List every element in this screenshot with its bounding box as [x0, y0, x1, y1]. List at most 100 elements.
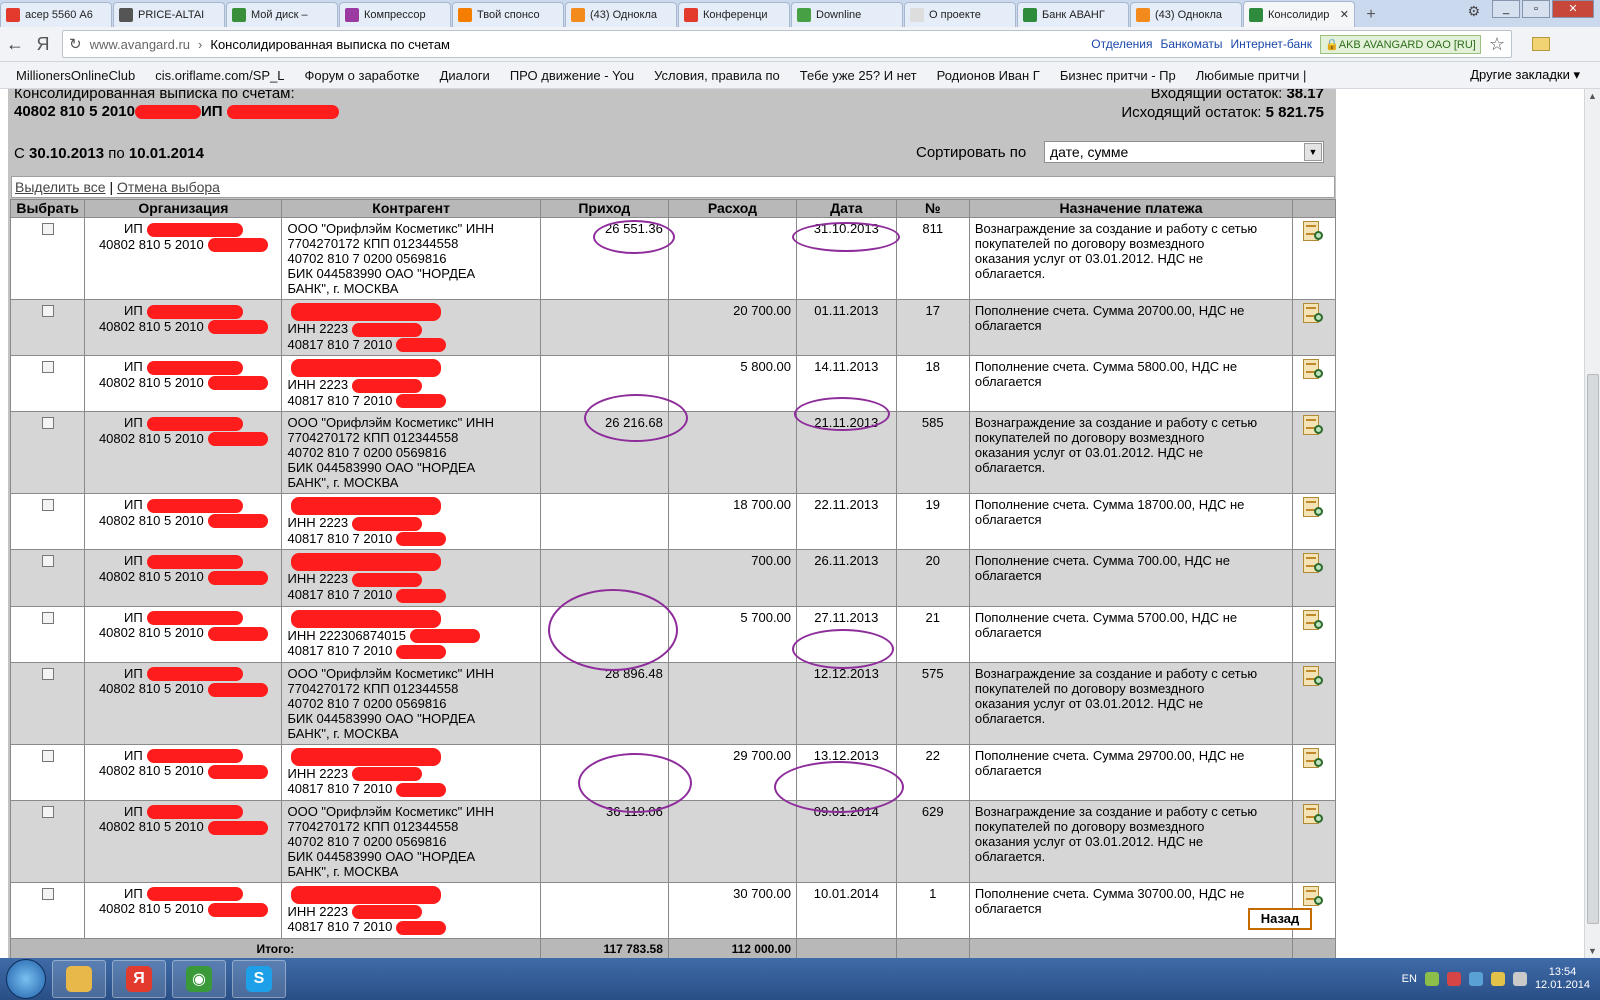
browser-tab[interactable]: Банк АВАНГ — [1017, 2, 1129, 27]
row-checkbox[interactable] — [41, 417, 54, 430]
language-indicator[interactable]: EN — [1402, 973, 1417, 985]
maximize-button[interactable]: ▫ — [1522, 0, 1550, 18]
dropdown-arrow-icon[interactable]: ▼ — [1304, 143, 1322, 161]
deselect-link[interactable]: Отмена выбора — [117, 179, 220, 195]
view-document-icon[interactable] — [1301, 553, 1327, 577]
view-document-icon[interactable] — [1301, 747, 1327, 772]
browser-tab[interactable]: Консолидир ✕ — [1243, 1, 1355, 27]
browser-tab[interactable]: Downline — [791, 2, 903, 27]
browser-tab[interactable]: Компрессор — [339, 2, 451, 27]
table-row: ИП 40802 810 5 2010 ИНН 2223 40817 810 7 20… — [9, 298, 1336, 357]
windows-taskbar: Я ◉ S EN 13:54 12.01.2014 — [0, 958, 1600, 1000]
browser-tab[interactable]: PRICE-ALTAI — [113, 2, 225, 27]
volume-icon[interactable] — [1512, 972, 1527, 986]
minimize-button[interactable]: _ — [1492, 0, 1520, 18]
org-type: ИП — [124, 609, 143, 625]
sort-label: Сортировать по — [916, 144, 1027, 161]
yandex-home-icon[interactable]: Я — [30, 34, 56, 55]
view-document-icon[interactable] — [1301, 609, 1327, 634]
counterparty-line: БАНК", г. МОСКВА — [287, 475, 399, 491]
scroll-thumb[interactable] — [1587, 374, 1599, 924]
browser-tab[interactable]: Конференци — [678, 2, 790, 27]
view-document-icon[interactable] — [1301, 359, 1327, 383]
browser-tab[interactable]: асер 5560 А6 — [0, 2, 112, 27]
tray-icon[interactable] — [1468, 972, 1483, 986]
taskbar-app[interactable]: ◉ — [172, 960, 226, 998]
settings-gear-icon[interactable]: ⚙ — [1467, 3, 1480, 20]
back-arrow-icon[interactable]: ← — [0, 34, 30, 55]
taskbar-app[interactable] — [52, 960, 106, 998]
row-checkbox[interactable] — [41, 305, 54, 317]
bookmark-item[interactable]: Тебе уже 25? И нет — [800, 68, 917, 83]
browser-tab[interactable]: Мой диск – — [226, 2, 338, 27]
bookmark-item[interactable]: cis.oriflame.com/SP_L — [155, 68, 284, 83]
browser-tab[interactable]: (43) Однокла — [1130, 2, 1242, 27]
counterparty-line: ИНН 2223 — [287, 515, 349, 531]
view-document-icon[interactable] — [1301, 415, 1327, 439]
row-checkbox[interactable] — [41, 223, 54, 235]
link-branches[interactable]: Отделения — [1091, 37, 1152, 51]
secure-identity-badge[interactable]: 🔒AKB AVANGARD OAO [RU] — [1320, 34, 1481, 54]
row-checkbox[interactable] — [41, 749, 54, 762]
org-type: ИП — [124, 665, 143, 681]
bookmark-item[interactable]: MillionersOnlineClub — [16, 68, 135, 83]
back-button[interactable]: Назад — [1248, 908, 1312, 930]
taskbar-app[interactable]: S — [232, 960, 286, 998]
tray-icon[interactable] — [1424, 972, 1439, 986]
transactions-table: Выбрать Организация Контрагент Приход Ра… — [9, 199, 1336, 958]
redaction-mark — [352, 322, 423, 337]
doc-number-cell: 22 — [895, 743, 970, 801]
scroll-down-icon[interactable]: ▼ — [1588, 946, 1597, 956]
bookmark-item[interactable]: Любимые притчи | — [1196, 68, 1307, 83]
row-checkbox[interactable] — [41, 499, 54, 512]
other-bookmarks[interactable]: Другие закладки ▾ — [1470, 67, 1580, 83]
link-internet-bank[interactable]: Интернет-банк — [1231, 37, 1313, 51]
view-document-icon[interactable] — [1301, 497, 1327, 521]
scroll-up-icon[interactable]: ▲ — [1588, 91, 1597, 101]
select-all-link[interactable]: Выделить все — [15, 179, 106, 195]
clock[interactable]: 13:54 12.01.2014 — [1535, 966, 1590, 992]
tray-icon[interactable] — [1446, 972, 1461, 986]
browser-tab[interactable]: (43) Однокла — [565, 2, 677, 27]
row-checkbox[interactable] — [41, 887, 54, 900]
view-document-icon[interactable] — [1301, 221, 1327, 245]
menu-icon[interactable] — [1532, 37, 1550, 51]
bookmark-item[interactable]: Бизнес притчи - Пр — [1060, 68, 1176, 83]
org-line: ИП — [90, 221, 276, 237]
browser-tab[interactable]: О проекте — [904, 2, 1016, 27]
bookmark-item[interactable]: Условия, правила по — [654, 68, 780, 83]
row-checkbox[interactable] — [41, 667, 54, 680]
start-button[interactable] — [6, 959, 46, 999]
view-document-icon[interactable] — [1301, 303, 1327, 327]
tray-icon[interactable] — [1490, 972, 1505, 986]
reload-icon[interactable]: ↻ — [69, 35, 82, 53]
purpose-cell: Пополнение счета. Сумма 29700.00, НДС не… — [968, 743, 1294, 801]
doc-number-cell: 811 — [895, 217, 970, 300]
omnibox[interactable]: ↻ www.avangard.ru › Консолидированная вы… — [62, 30, 1512, 58]
bookmark-item[interactable]: Диалоги — [440, 68, 490, 83]
bookmark-item[interactable]: Родионов Иван Г — [937, 68, 1040, 83]
taskbar-app[interactable]: Я — [112, 960, 166, 998]
row-checkbox[interactable] — [41, 805, 54, 818]
sort-select[interactable]: дате, сумме ▼ — [1044, 141, 1324, 163]
bookmark-star-icon[interactable]: ☆ — [1489, 34, 1505, 55]
vertical-scrollbar[interactable]: ▲ ▼ — [1584, 89, 1600, 958]
new-tab-button[interactable]: + — [1360, 6, 1382, 24]
bookmark-item[interactable]: ПРО движение - You — [510, 68, 634, 83]
chrome-icon: ◉ — [186, 966, 212, 992]
row-checkbox[interactable] — [41, 361, 54, 374]
view-document-icon[interactable] — [1301, 665, 1327, 690]
incoming-label: Входящий остаток: — [1150, 89, 1283, 102]
view-document-icon[interactable] — [1301, 803, 1327, 828]
close-tab-icon[interactable]: ✕ — [1340, 8, 1349, 21]
view-document-icon[interactable] — [1301, 885, 1327, 910]
row-checkbox[interactable] — [41, 611, 54, 624]
row-checkbox[interactable] — [41, 555, 54, 568]
bookmark-item[interactable]: Форум о заработке — [305, 68, 420, 83]
close-window-button[interactable]: ✕ — [1552, 0, 1594, 18]
link-atms[interactable]: Банкоматы — [1161, 37, 1223, 51]
redaction-mark — [291, 553, 442, 572]
org-line: ИП — [90, 610, 276, 626]
browser-tab[interactable]: Твой спонсо — [452, 2, 564, 27]
period-to-label: по — [108, 145, 125, 162]
